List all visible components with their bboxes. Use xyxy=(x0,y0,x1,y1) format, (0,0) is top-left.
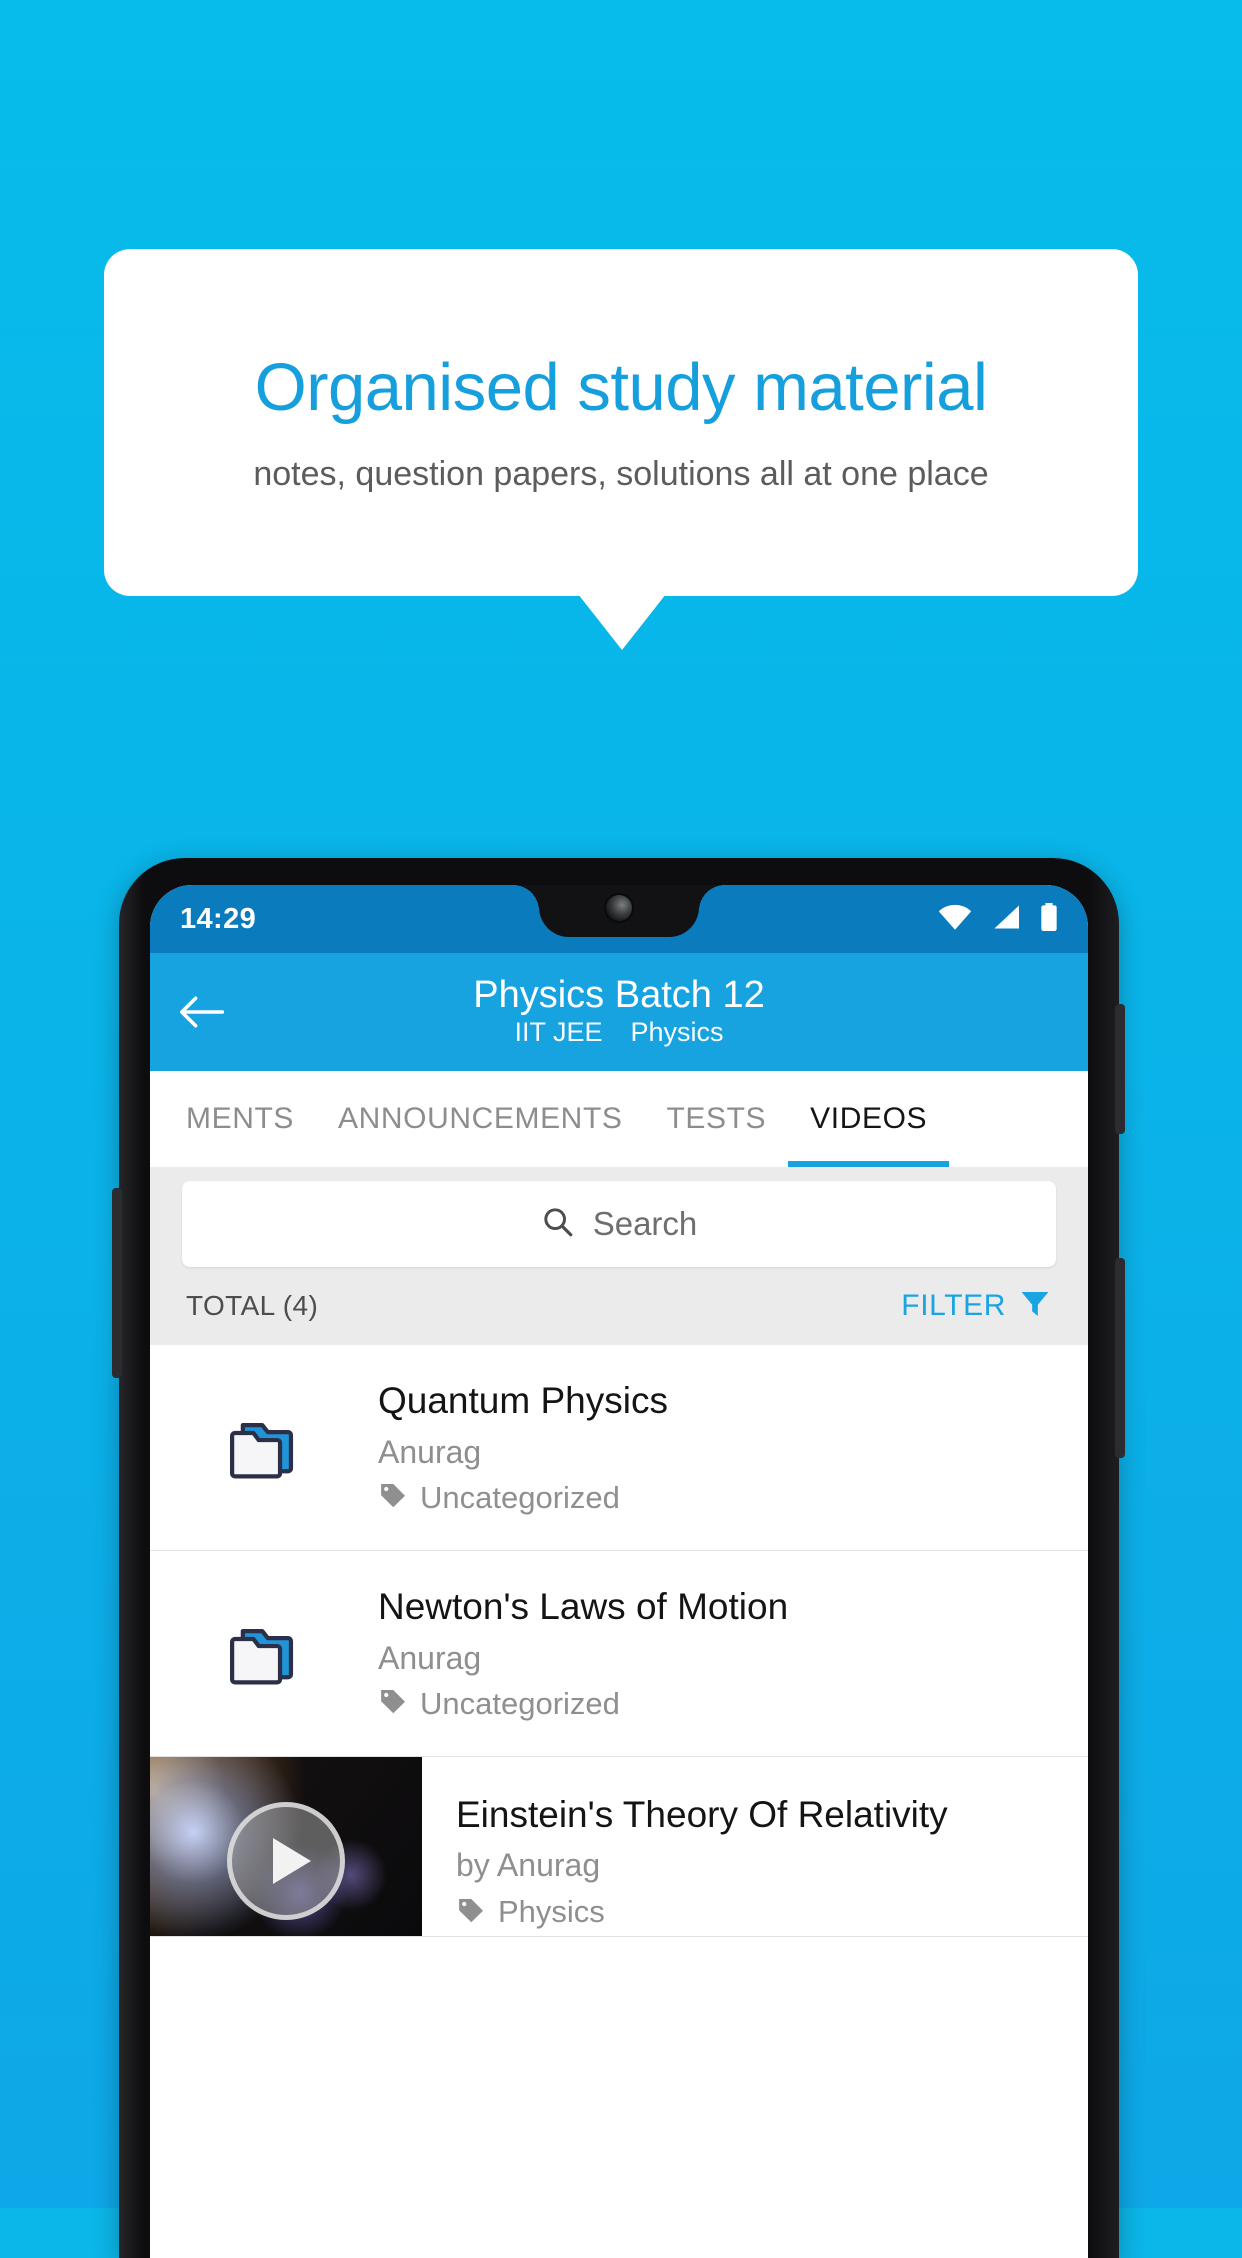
battery-icon xyxy=(1040,902,1058,936)
play-button-icon[interactable] xyxy=(227,1801,345,1920)
search-placeholder: Search xyxy=(592,1205,698,1242)
list-item-tag-row: Uncategorized xyxy=(378,1480,1064,1516)
promo-callout-tail xyxy=(578,594,666,650)
breadcrumb-exam: IIT JEE xyxy=(514,1017,603,1048)
tab-bar: MENTS ANNOUNCEMENTS TESTS VIDEOS xyxy=(150,1071,1088,1167)
status-icons xyxy=(938,902,1058,936)
list-item-tag-row: Physics xyxy=(456,1894,1068,1930)
list-item-texts: Quantum Physics Anurag Uncategorized xyxy=(378,1379,1088,1515)
list-item-texts: Newton's Laws of Motion Anurag Uncategor… xyxy=(378,1585,1088,1721)
back-arrow-icon[interactable] xyxy=(174,985,228,1039)
tab-assignments[interactable]: MENTS xyxy=(164,1071,316,1167)
list-item[interactable]: Newton's Laws of Motion Anurag Uncategor… xyxy=(150,1551,1088,1757)
phone-mockup: 14:29 Physics Batch 12 IIT JEE Physics M… xyxy=(112,858,1125,2258)
list-item-tag: Uncategorized xyxy=(420,1479,620,1515)
phone-volume-button-right[interactable] xyxy=(1115,1258,1125,1458)
search-icon xyxy=(541,1205,575,1244)
total-count-label: TOTAL (4) xyxy=(186,1290,319,1321)
breadcrumb-subject: Physics xyxy=(630,1017,724,1048)
list-item-tag-row: Uncategorized xyxy=(378,1686,1064,1722)
tab-videos[interactable]: VIDEOS xyxy=(788,1071,950,1167)
phone-power-button[interactable] xyxy=(1115,1004,1125,1134)
app-bar: Physics Batch 12 IIT JEE Physics xyxy=(150,953,1088,1071)
folder-icon xyxy=(150,1617,378,1691)
list-item-author: by Anurag xyxy=(456,1847,601,1884)
tag-icon xyxy=(378,1480,408,1515)
phone-notch xyxy=(513,885,699,937)
tag-icon xyxy=(378,1686,408,1721)
status-bar: 14:29 xyxy=(150,885,1088,953)
list-item-texts: Einstein's Theory Of Relativity by Anura… xyxy=(422,1757,1088,1936)
filter-button[interactable]: FILTER xyxy=(901,1287,1052,1326)
phone-screen: 14:29 Physics Batch 12 IIT JEE Physics M… xyxy=(150,885,1088,2258)
list-item[interactable]: Quantum Physics Anurag Uncategorized xyxy=(150,1345,1088,1551)
list-item-author: Anurag xyxy=(378,1433,482,1470)
play-triangle-icon xyxy=(273,1837,311,1884)
page-title: Physics Batch 12 xyxy=(473,973,765,1016)
phone-volume-button-left[interactable] xyxy=(112,1188,122,1378)
promo-subtitle: notes, question papers, solutions all at… xyxy=(253,454,989,493)
tag-icon xyxy=(456,1895,486,1930)
promo-callout-card: Organised study material notes, question… xyxy=(104,249,1138,596)
list-item-tag: Physics xyxy=(498,1894,605,1930)
list-item-title: Quantum Physics xyxy=(378,1380,668,1422)
tab-tests[interactable]: TESTS xyxy=(644,1071,788,1167)
filter-funnel-icon xyxy=(1018,1287,1052,1326)
list-item-title: Einstein's Theory Of Relativity xyxy=(456,1794,948,1835)
signal-icon xyxy=(991,904,1021,935)
total-filter-row: TOTAL (4) FILTER xyxy=(182,1267,1056,1345)
list-item-title: Newton's Laws of Motion xyxy=(378,1586,789,1628)
list-item[interactable]: Einstein's Theory Of Relativity by Anura… xyxy=(150,1757,1088,1937)
breadcrumb: IIT JEE Physics xyxy=(150,1016,1088,1050)
list-item-tag: Uncategorized xyxy=(420,1685,620,1721)
tab-announcements[interactable]: ANNOUNCEMENTS xyxy=(316,1071,644,1167)
search-zone: Search TOTAL (4) FILTER xyxy=(150,1167,1088,1345)
search-input[interactable]: Search xyxy=(182,1181,1056,1267)
video-list: Quantum Physics Anurag Uncategorized New… xyxy=(150,1345,1088,1937)
filter-label: FILTER xyxy=(901,1289,1006,1322)
folder-icon xyxy=(150,1411,378,1485)
wifi-icon xyxy=(938,904,972,935)
list-item-author: Anurag xyxy=(378,1639,482,1676)
status-time: 14:29 xyxy=(180,902,257,935)
app-bar-titles: Physics Batch 12 IIT JEE Physics xyxy=(150,974,1088,1050)
front-camera-icon xyxy=(606,895,632,921)
video-thumbnail[interactable] xyxy=(150,1757,422,1936)
promo-title: Organised study material xyxy=(254,350,988,426)
